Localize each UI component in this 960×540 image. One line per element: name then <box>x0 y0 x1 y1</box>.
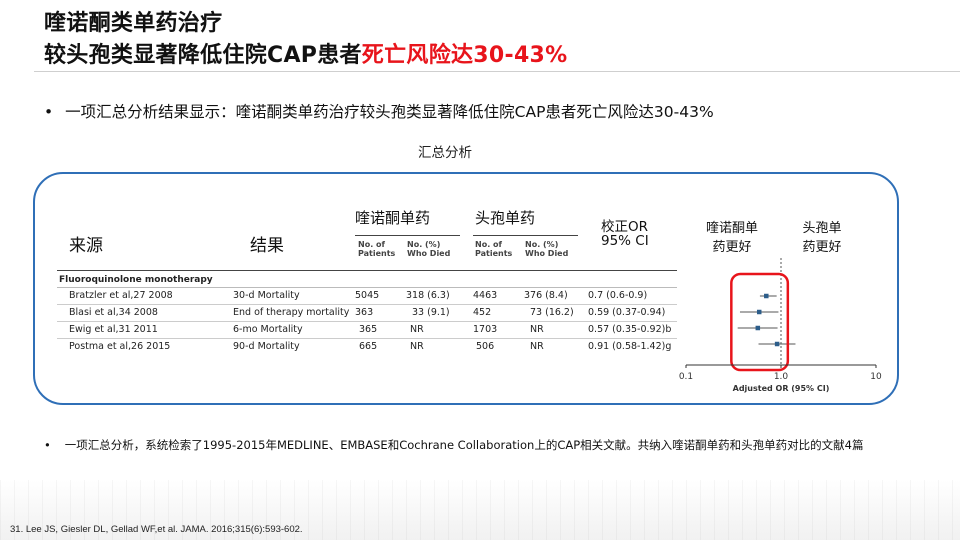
row-c-d: NR <box>530 324 544 335</box>
forest-plot: 0.1 1.0 10 Adjusted OR (95% CI) <box>679 258 882 393</box>
row-c-n: 506 <box>476 341 495 352</box>
row-outcome: 90-d Mortality <box>233 341 300 352</box>
footnote-bullet: • 一项汇总分析，系统检索了1995-2015年MEDLINE、EMBASE和Co… <box>44 435 904 455</box>
header-cephalosporin: 头孢单药 <box>475 209 536 227</box>
row-c-n: 452 <box>473 307 492 318</box>
row-divider <box>57 304 677 305</box>
row-q-d: NR <box>410 341 424 352</box>
row-q-n: 665 <box>359 341 378 352</box>
header-quinolone: 喹诺酮单药 <box>355 209 431 227</box>
favors-ceph-label: 头孢单 药更好 <box>790 219 854 257</box>
row-or: 0.59 (0.37-0.94) <box>588 307 666 318</box>
row-q-d: 33 (9.1) <box>412 307 450 318</box>
highlight-box <box>730 272 790 372</box>
x-tick-label: 1.0 <box>774 372 789 382</box>
row-q-d: NR <box>410 324 424 335</box>
x-tick-label: 10 <box>870 372 882 382</box>
header-rule-ceph <box>473 235 578 236</box>
row-or: 0.57 (0.35-0.92)b <box>588 324 672 335</box>
row-source: Blasi et al,34 2008 <box>69 307 158 318</box>
row-outcome: 30-d Mortality <box>233 290 300 301</box>
row-divider <box>57 338 677 339</box>
row-c-n: 1703 <box>473 324 498 335</box>
point-estimate <box>774 341 780 347</box>
header-rule-quinolone <box>355 235 460 236</box>
pooled-analysis-label: 汇总分析 <box>418 145 472 161</box>
row-divider <box>57 321 677 322</box>
row-or: 0.91 (0.58-1.42)g <box>588 341 672 352</box>
row-or: 0.7 (0.6-0.9) <box>588 290 648 301</box>
page-title-line1: 喹诺酮类单药治疗 <box>44 11 223 36</box>
bullet-dot: • <box>44 103 54 121</box>
row-source: Postma et al,26 2015 <box>69 341 171 352</box>
favors-ceph-line2: 药更好 <box>802 240 842 255</box>
favors-quinolone-label: 喹诺酮单 药更好 <box>700 219 764 257</box>
row-source: Bratzler et al,27 2008 <box>69 290 173 301</box>
point-estimate <box>755 325 761 331</box>
row-q-d: 318 (6.3) <box>406 290 450 301</box>
row-source: Ewig et al,31 2011 <box>69 324 158 335</box>
header-ci: 95% CI <box>601 233 649 249</box>
main-bullet-text: 一项汇总分析结果显示：喹诺酮类单药治疗较头孢类显著降低住院CAP患者死亡风险达3… <box>65 103 714 121</box>
x-axis-label: Adjusted OR (95% CI) <box>733 384 830 393</box>
subheader-died-c: No. (%) Who Died <box>525 240 569 258</box>
row-outcome: 6-mo Mortality <box>233 324 303 335</box>
footnote-text: 一项汇总分析，系统检索了1995-2015年MEDLINE、EMBASE和Coc… <box>64 438 864 452</box>
title-prefix: 较头孢类显著降低住院CAP患者 <box>44 43 362 68</box>
table-header-rule <box>57 270 677 271</box>
row-c-d: 376 (8.4) <box>524 290 568 301</box>
favors-quinolone-line1: 喹诺酮单 <box>705 221 758 236</box>
row-q-n: 365 <box>359 324 378 335</box>
x-tick-label: 0.1 <box>679 372 693 382</box>
subheader-died-q: No. (%) Who Died <box>407 240 451 258</box>
section-rule <box>57 287 677 288</box>
main-bullet: • 一项汇总分析结果显示：喹诺酮类单药治疗较头孢类显著降低住院CAP患者死亡风险达… <box>44 100 714 122</box>
row-c-d: NR <box>530 341 544 352</box>
x-axis-ticks: 0.1 1.0 10 <box>679 365 882 382</box>
row-q-n: 5045 <box>355 290 380 301</box>
page-title-line2: 较头孢类显著降低住院CAP患者死亡风险达30-43% <box>44 37 568 69</box>
reference-citation: 31. Lee JS, Giesler DL, Gellad WF,et al.… <box>10 524 303 535</box>
header-source: 来源 <box>69 236 103 256</box>
header-outcome: 结果 <box>250 236 284 256</box>
title-divider <box>34 71 960 72</box>
row-c-d: 73 (16.2) <box>530 307 574 318</box>
point-estimate <box>756 309 762 315</box>
section-label: Fluoroquinolone monotherapy <box>59 275 213 285</box>
subheader-n-q: No. of Patients <box>358 240 396 258</box>
title-highlight: 死亡风险达30-43% <box>361 43 568 68</box>
favors-ceph-line1: 头孢单 <box>802 221 842 236</box>
header-adj-or: 校正OR <box>601 219 649 235</box>
bullet-dot: • <box>44 438 51 452</box>
row-outcome: End of therapy mortality <box>233 307 350 318</box>
row-q-n: 363 <box>355 307 374 318</box>
subheader-n-c: No. of Patients <box>475 240 513 258</box>
row-c-n: 4463 <box>473 290 498 301</box>
results-table: 来源 结果 喹诺酮单药 头孢单药 校正OR 95% CI No. of Pati… <box>55 193 677 395</box>
point-estimate <box>764 293 769 299</box>
favors-quinolone-line2: 药更好 <box>712 240 752 255</box>
